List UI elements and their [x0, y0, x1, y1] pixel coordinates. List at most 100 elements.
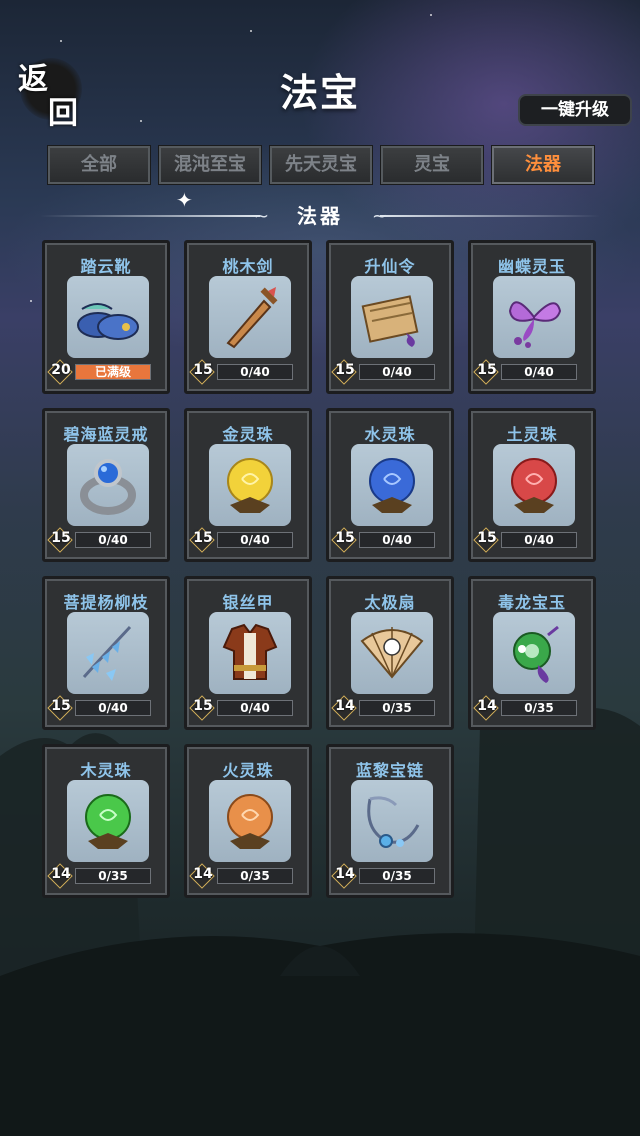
item-icon-frame [351, 444, 433, 526]
progress-bar: 0/35 [217, 868, 293, 884]
progress-text: 0/35 [524, 701, 554, 715]
item-icon-frame [493, 276, 575, 358]
item-name: 碧海蓝灵戒 [63, 425, 149, 444]
item-name: 踏云靴 [80, 257, 132, 276]
item-icon-frame [209, 276, 291, 358]
progress-text: 0/40 [98, 701, 128, 715]
item-card[interactable]: 幽蝶灵玉 15 0/40 [468, 240, 596, 394]
necklace-icon [367, 796, 420, 848]
fire-orb-icon [227, 794, 273, 849]
progress-text: 0/40 [382, 533, 412, 547]
progress-text: 0/35 [240, 869, 270, 883]
level-number: 15 [51, 530, 71, 546]
item-card[interactable]: 太极扇 14 0/35 [326, 576, 454, 730]
level-number: 14 [477, 698, 497, 714]
star [250, 30, 252, 32]
item-icon-frame [209, 612, 291, 694]
level-badge: 14 [331, 863, 357, 889]
item-name: 木灵珠 [80, 761, 132, 780]
item-name: 金灵珠 [222, 425, 274, 444]
level-badge: 14 [331, 695, 357, 721]
gold-orb-icon [227, 458, 273, 513]
item-icon-frame [209, 444, 291, 526]
progress-bar: 0/40 [359, 532, 435, 548]
level-number: 15 [335, 530, 355, 546]
item-icon-frame [493, 612, 575, 694]
scroll-icon [361, 295, 419, 347]
progress-text: 0/40 [524, 365, 554, 379]
item-card[interactable]: 毒龙宝玉 14 0/35 [468, 576, 596, 730]
item-card[interactable]: 银丝甲 15 0/40 [184, 576, 312, 730]
level-number: 15 [193, 698, 213, 714]
item-card[interactable]: 火灵珠 14 0/35 [184, 744, 312, 898]
tab-all[interactable]: 全部 [47, 145, 151, 185]
level-badge: 15 [473, 359, 499, 385]
item-card[interactable]: 碧海蓝灵戒 15 0/40 [42, 408, 170, 562]
tab-spirit-treasure[interactable]: 灵宝 [380, 145, 484, 185]
level-number: 14 [193, 866, 213, 882]
progress-bar: 0/35 [359, 700, 435, 716]
item-icon-frame [351, 612, 433, 694]
item-card[interactable]: 升仙令 15 0/40 [326, 240, 454, 394]
progress-text: 0/35 [382, 701, 412, 715]
poison-jade-icon [513, 625, 559, 683]
item-icon-frame [67, 612, 149, 694]
level-number: 14 [335, 866, 355, 882]
level-number: 14 [51, 866, 71, 882]
tab-chaos-treasure[interactable]: 混沌至宝 [158, 145, 262, 185]
tab-magic-tool[interactable]: 法器 [491, 145, 595, 185]
progress-bar: 0/35 [501, 700, 577, 716]
progress-text: 0/40 [240, 701, 270, 715]
item-name: 桃木剑 [222, 257, 274, 276]
level-badge: 15 [47, 695, 73, 721]
item-name: 升仙令 [364, 257, 416, 276]
progress-bar: 0/40 [501, 364, 577, 380]
progress-bar: 0/40 [359, 364, 435, 380]
item-card[interactable]: 菩提杨柳枝 15 0/40 [42, 576, 170, 730]
item-icon-frame [493, 444, 575, 526]
item-name: 太极扇 [364, 593, 416, 612]
wooden-sword-icon [226, 287, 278, 349]
level-badge: 14 [47, 863, 73, 889]
level-number: 15 [335, 362, 355, 378]
level-number: 15 [477, 530, 497, 546]
progress-bar: 0/40 [501, 532, 577, 548]
progress-text: 0/35 [382, 869, 412, 883]
boots-icon [77, 303, 139, 340]
level-badge: 15 [189, 695, 215, 721]
progress-bar: 已满级 [75, 364, 151, 380]
item-icon-frame [209, 780, 291, 862]
progress-text: 0/40 [524, 533, 554, 547]
item-card[interactable]: 桃木剑 15 0/40 [184, 240, 312, 394]
level-badge: 15 [473, 527, 499, 553]
tab-innate-spirit-treasure[interactable]: 先天灵宝 [269, 145, 373, 185]
progress-bar: 0/40 [217, 532, 293, 548]
progress-bar: 0/35 [75, 868, 151, 884]
item-card[interactable]: 水灵珠 15 0/40 [326, 408, 454, 562]
level-badge: 15 [47, 527, 73, 553]
item-card[interactable]: 木灵珠 14 0/35 [42, 744, 170, 898]
butterfly-jade-icon [508, 301, 562, 348]
progress-text: 0/40 [240, 533, 270, 547]
item-name: 银丝甲 [222, 593, 274, 612]
armor-icon [222, 623, 278, 680]
star [30, 300, 32, 302]
item-name: 土灵珠 [506, 425, 558, 444]
level-number: 15 [193, 530, 213, 546]
progress-text: 0/40 [382, 365, 412, 379]
progress-text: 0/35 [98, 869, 128, 883]
upgrade-all-button[interactable]: 一键升级 [518, 94, 632, 126]
level-number: 15 [477, 362, 497, 378]
progress-bar: 0/40 [217, 700, 293, 716]
category-tabs: 全部 混沌至宝 先天灵宝 灵宝 法器 [47, 145, 598, 186]
item-card[interactable]: 踏云靴 20 已满级 [42, 240, 170, 394]
item-card[interactable]: 土灵珠 15 0/40 [468, 408, 596, 562]
willow-branch-icon [82, 625, 132, 681]
item-icon-frame [67, 444, 149, 526]
item-card[interactable]: 蓝黎宝链 14 0/35 [326, 744, 454, 898]
item-icon-frame [67, 780, 149, 862]
item-card[interactable]: 金灵珠 15 0/40 [184, 408, 312, 562]
progress-bar: 0/40 [75, 700, 151, 716]
wood-orb-icon [85, 794, 131, 849]
item-name: 菩提杨柳枝 [63, 593, 149, 612]
